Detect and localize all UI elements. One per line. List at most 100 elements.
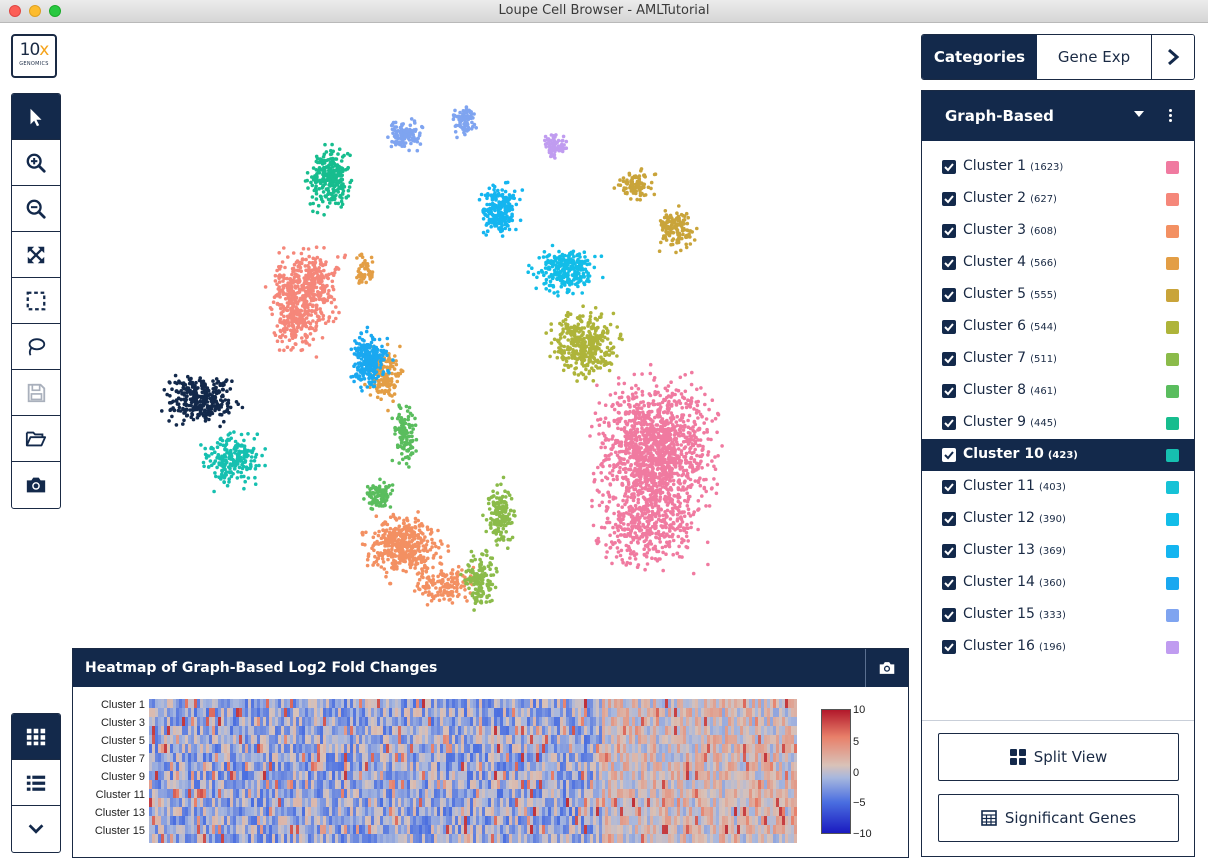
cluster-color-swatch[interactable] xyxy=(1166,481,1179,494)
cluster-color-swatch[interactable] xyxy=(1166,353,1179,366)
heatmap-row-label: Cluster 5 xyxy=(100,735,145,747)
heatmap-row-label: Cluster 11 xyxy=(95,789,145,801)
cluster-color-swatch[interactable] xyxy=(1166,609,1179,622)
cluster-row[interactable]: Cluster 11 (403) xyxy=(922,471,1194,503)
tabs-next-button[interactable] xyxy=(1152,35,1194,79)
cluster-row[interactable]: Cluster 15 (333) xyxy=(922,599,1194,631)
checkbox[interactable] xyxy=(942,256,956,270)
screenshot-tool[interactable] xyxy=(12,462,60,508)
checkbox[interactable] xyxy=(942,608,956,622)
heatmap-row-label: Cluster 3 xyxy=(100,717,145,729)
cluster-row[interactable]: Cluster 14 (360) xyxy=(922,567,1194,599)
tsne-scatter-plot[interactable] xyxy=(60,25,918,645)
cluster-color-swatch[interactable] xyxy=(1166,577,1179,590)
checkbox[interactable] xyxy=(942,352,956,366)
significant-genes-button[interactable]: Significant Genes xyxy=(938,794,1179,842)
heatmap-grid[interactable] xyxy=(149,699,799,843)
checkbox[interactable] xyxy=(942,480,956,494)
table-icon xyxy=(981,810,997,826)
cluster-row[interactable]: Cluster 16 (196) xyxy=(922,631,1194,663)
list-view-button[interactable] xyxy=(12,760,60,806)
cluster-color-swatch[interactable] xyxy=(1166,289,1179,302)
colorbar-tick: 10 xyxy=(853,704,866,716)
fit-to-screen-tool[interactable] xyxy=(12,232,60,278)
cluster-color-swatch[interactable] xyxy=(1166,417,1179,430)
colorbar-tick: 0 xyxy=(853,767,860,779)
checkbox[interactable] xyxy=(942,320,956,334)
select-pointer-tool[interactable] xyxy=(12,94,60,140)
cluster-color-swatch[interactable] xyxy=(1166,257,1179,270)
cluster-color-swatch[interactable] xyxy=(1166,193,1179,206)
cluster-color-swatch[interactable] xyxy=(1166,161,1179,174)
cluster-row[interactable]: Cluster 9 (445) xyxy=(922,407,1194,439)
right-panel-tabs: Categories Gene Exp xyxy=(921,34,1195,80)
cluster-row[interactable]: Cluster 7 (511) xyxy=(922,343,1194,375)
tab-gene-exp[interactable]: Gene Exp xyxy=(1037,35,1152,79)
open-folder-tool[interactable] xyxy=(12,416,60,462)
split-view-button[interactable]: Split View xyxy=(938,733,1179,781)
heatmap-panel: Heatmap of Graph-Based Log2 Fold Changes… xyxy=(72,648,909,858)
checkbox[interactable] xyxy=(942,160,956,174)
checkbox[interactable] xyxy=(942,448,956,462)
checkbox[interactable] xyxy=(942,192,956,206)
tab-categories[interactable]: Categories xyxy=(922,35,1037,79)
left-toolbar xyxy=(11,93,61,509)
cluster-label: Cluster 8 (461) xyxy=(963,382,1057,398)
cluster-label: Cluster 5 (555) xyxy=(963,286,1057,302)
checkbox[interactable] xyxy=(942,640,956,654)
cluster-color-swatch[interactable] xyxy=(1166,545,1179,558)
cluster-color-swatch[interactable] xyxy=(1166,225,1179,238)
checkbox[interactable] xyxy=(942,544,956,558)
cluster-color-swatch[interactable] xyxy=(1166,321,1179,334)
cluster-row[interactable]: Cluster 3 (608) xyxy=(922,215,1194,247)
zoom-out-icon xyxy=(26,199,46,219)
save-disk-icon xyxy=(27,383,46,402)
cluster-row[interactable]: Cluster 13 (369) xyxy=(922,535,1194,567)
checkmark-icon xyxy=(944,451,954,460)
collapse-button[interactable] xyxy=(12,806,60,852)
checkbox[interactable] xyxy=(942,416,956,430)
lasso-icon xyxy=(28,337,46,356)
cluster-row[interactable]: Cluster 10 (423) xyxy=(922,439,1194,471)
checkbox[interactable] xyxy=(942,512,956,526)
save-tool[interactable] xyxy=(12,370,60,416)
cluster-color-swatch[interactable] xyxy=(1166,641,1179,654)
checkbox[interactable] xyxy=(942,384,956,398)
cluster-row[interactable]: Cluster 5 (555) xyxy=(922,279,1194,311)
more-options-icon[interactable] xyxy=(1169,109,1173,124)
cluster-row[interactable]: Cluster 4 (566) xyxy=(922,247,1194,279)
cluster-row[interactable]: Cluster 2 (627) xyxy=(922,183,1194,215)
chevron-down-icon xyxy=(28,824,44,834)
checkbox[interactable] xyxy=(942,576,956,590)
checkbox[interactable] xyxy=(942,224,956,238)
cluster-color-swatch[interactable] xyxy=(1166,513,1179,526)
camera-icon xyxy=(879,662,895,674)
cluster-row[interactable]: Cluster 12 (390) xyxy=(922,503,1194,535)
cluster-label: Cluster 14 (360) xyxy=(963,574,1066,590)
cluster-color-swatch[interactable] xyxy=(1166,385,1179,398)
cluster-row[interactable]: Cluster 1 (1623) xyxy=(922,151,1194,183)
camera-icon xyxy=(26,477,46,493)
cluster-row[interactable]: Cluster 8 (461) xyxy=(922,375,1194,407)
heatmap-row-label: Cluster 13 xyxy=(94,807,145,819)
significant-genes-label: Significant Genes xyxy=(1004,809,1137,827)
box-select-tool[interactable] xyxy=(12,278,60,324)
heatmap-screenshot-button[interactable] xyxy=(865,649,908,687)
cluster-row[interactable]: Cluster 6 (544) xyxy=(922,311,1194,343)
zoom-out-tool[interactable] xyxy=(12,186,60,232)
lasso-select-tool[interactable] xyxy=(12,324,60,370)
checkbox[interactable] xyxy=(942,288,956,302)
10x-genomics-logo: 10x GENOMICS xyxy=(11,34,57,78)
checkmark-icon xyxy=(944,323,954,332)
category-selector[interactable]: Graph-Based xyxy=(922,91,1194,141)
split-view-label: Split View xyxy=(1033,748,1108,766)
grid-icon xyxy=(26,728,46,745)
caret-down-icon[interactable] xyxy=(1134,111,1144,117)
checkmark-icon xyxy=(944,227,954,236)
grid-view-button[interactable] xyxy=(12,714,60,760)
cluster-color-swatch[interactable] xyxy=(1166,449,1179,462)
chevron-right-icon xyxy=(1168,48,1180,66)
checkmark-icon xyxy=(944,355,954,364)
zoom-in-tool[interactable] xyxy=(12,140,60,186)
cluster-label: Cluster 1 (1623) xyxy=(963,158,1064,174)
